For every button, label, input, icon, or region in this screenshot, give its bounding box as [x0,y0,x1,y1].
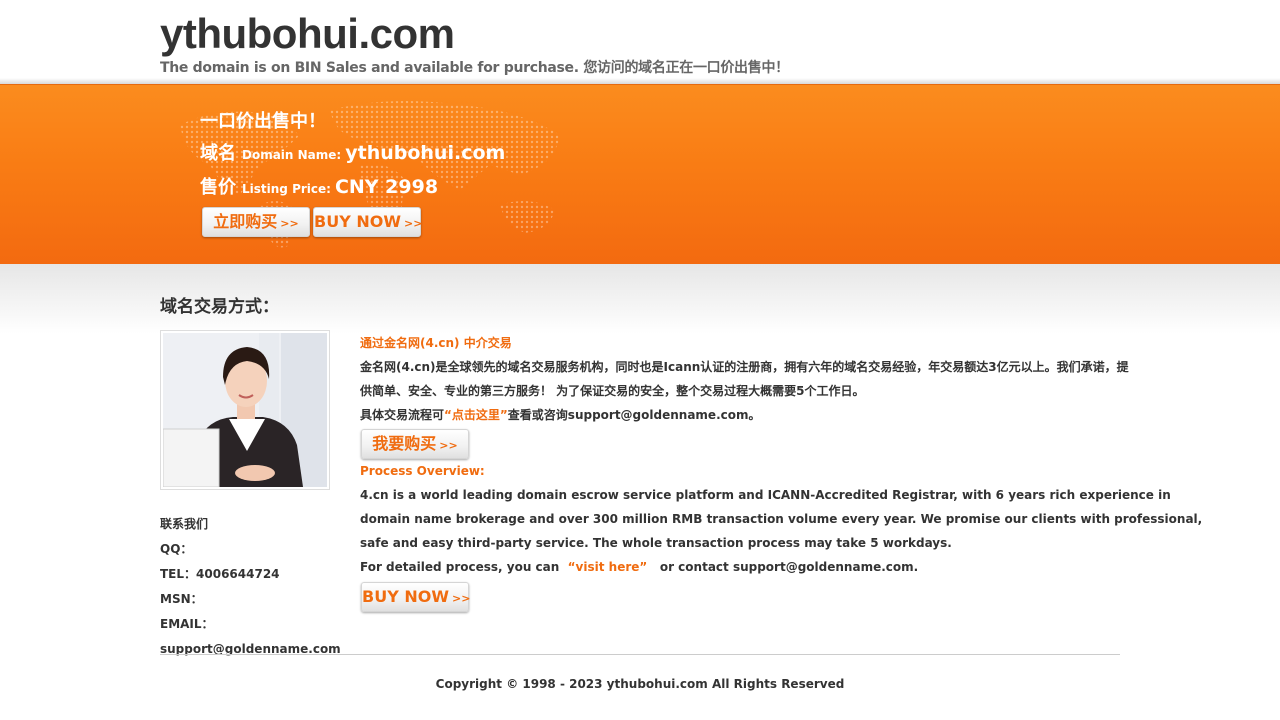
cn-detail-suffix: 查看或咨询support@goldenname.com。 [507,408,761,422]
site-header: ythubohui.com The domain is on BIN Sales… [0,0,1280,80]
en-heading: Process Overview: [360,464,485,478]
cn-paragraph-line2: 供简单、安全、专业的第三方服务！ 为了保证交易的安全，整个交易过程大概需要5个工… [360,384,865,398]
footer-copyright: Copyright © 1998 - 2023 ythubohui.com Al… [435,677,845,691]
en-detail-suffix: or contact support@goldenname.com. [659,560,919,574]
en-detail-prefix: For detailed process, you can [360,560,560,574]
arrow-icon: >> [451,592,471,605]
price-value: CNY 2998 [334,176,439,198]
contact-heading: 联系我们 [160,517,209,531]
domain-label-cn: 域名 [200,143,236,164]
buy-cn-button[interactable]: 我要购买 >> [361,429,469,459]
buy-now-cn-label: 立即购买 [213,212,278,231]
en-paragraph-line2: domain name brokerage and over 300 milli… [360,512,1203,526]
en-detail-line: For detailed process, you can “visit her… [360,560,918,574]
banner-price-row: 售价 Listing Price: CNY 2998 [200,173,438,199]
contact-msn: MSN： [160,592,203,606]
contact-tel: TEL：4006644724 [160,567,280,581]
footer-divider [160,654,1120,655]
domain-value: ythubohui.com [345,142,506,164]
buy-now-en-button[interactable]: BUY NOW >> [313,207,423,237]
en-paragraph-line3: safe and easy third-party service. The w… [360,536,952,550]
arrow-icon: >> [280,217,299,230]
price-label-en: Listing Price: [242,182,331,196]
en-paragraph-line1: 4.cn is a world leading domain escrow se… [360,488,1171,502]
cn-click-here-link[interactable]: “点击这里” [444,408,508,422]
banner-domain-row: 域名 Domain Name: ythubohui.com [200,139,505,165]
banner-headline: 一口价出售中！ [200,111,326,132]
customer-service-photo [160,330,330,490]
arrow-icon: >> [439,439,458,452]
arrow-icon: >> [403,217,423,230]
cn-detail-line: 具体交易流程可“点击这里”查看或咨询support@goldenname.com… [360,406,760,423]
contact-info: 联系我们 QQ： TEL：4006644724 MSN： EMAIL： supp… [160,512,341,662]
buy-now-en-content-button[interactable]: BUY NOW >> [361,582,471,612]
buy-now-en-label: BUY NOW [314,212,401,231]
en-visit-here-link[interactable]: “visit here” [568,560,648,574]
site-subtitle: The domain is on BIN Sales and available… [160,60,789,76]
buy-cn-label: 我要购买 [372,434,437,453]
contact-qq: QQ： [160,542,193,556]
domain-label-en: Domain Name: [242,148,342,162]
cn-paragraph-line1: 金名网(4.cn)是全球领先的域名交易服务机构，同时也是Icann认证的注册商，… [360,360,1129,374]
buy-now-cn-button[interactable]: 立即购买 >> [202,207,310,237]
price-label-cn: 售价 [200,177,236,198]
site-title: ythubohui.com [160,10,455,57]
section-title: 域名交易方式： [160,297,279,317]
photo-illustration-icon [163,333,327,487]
cn-detail-prefix: 具体交易流程可 [360,408,445,422]
contact-email: support@goldenname.com [160,642,341,656]
sale-banner: 一口价出售中！ 域名 Domain Name: ythubohui.com 售价 Li… [0,84,1280,264]
buy-now-content-label: BUY NOW [362,587,449,606]
contact-email-label: EMAIL： [160,617,214,631]
cn-heading: 通过金名网(4.cn) 中介交易 [360,336,512,350]
